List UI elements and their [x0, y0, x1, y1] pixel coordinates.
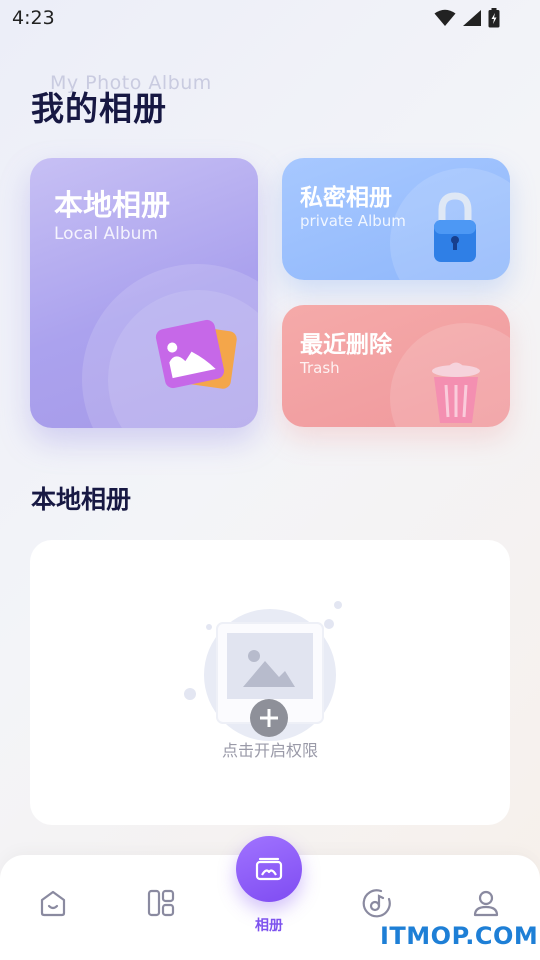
home-icon [37, 887, 69, 923]
photo-stack-icon [152, 318, 242, 402]
section-title: 本地相册 [31, 485, 132, 514]
nav-item-layout[interactable] [141, 885, 181, 925]
page-title: 我的相册 [31, 89, 167, 128]
signal-icon [462, 9, 482, 27]
local-album-card[interactable]: 本地相册 Local Album [30, 158, 258, 428]
status-time: 4:23 [12, 7, 55, 29]
local-album-subtitle: Local Album [54, 224, 158, 244]
trash-title: 最近删除 [300, 332, 392, 358]
padlock-icon [430, 192, 480, 270]
album-icon [253, 851, 285, 887]
private-album-card[interactable]: 私密相册 private Album [282, 158, 510, 280]
wifi-icon [434, 9, 456, 27]
nav-item-music[interactable] [357, 885, 397, 925]
nav-item-album[interactable] [236, 836, 302, 902]
nav-album-label[interactable]: 相册 [229, 915, 309, 935]
private-album-title: 私密相册 [300, 185, 392, 211]
local-album-empty-panel: 点击开启权限 [30, 540, 510, 825]
local-album-title: 本地相册 [54, 188, 171, 222]
trash-can-icon [424, 361, 488, 427]
profile-icon [470, 887, 502, 923]
layout-grid-icon [145, 887, 177, 923]
private-album-subtitle: private Album [300, 212, 406, 230]
nav-item-profile[interactable] [466, 885, 506, 925]
trash-subtitle: Trash [300, 359, 340, 377]
status-icons [434, 8, 500, 28]
nav-item-home[interactable] [33, 885, 73, 925]
trash-card[interactable]: 最近删除 Trash [282, 305, 510, 427]
enable-permission-link[interactable]: 点击开启权限 [30, 737, 510, 761]
battery-icon [488, 8, 500, 28]
watermark: ITMOP.COM [380, 922, 539, 950]
add-photo-icon[interactable] [175, 595, 355, 749]
status-bar: 4:23 [0, 0, 540, 36]
music-disc-icon [361, 887, 393, 923]
